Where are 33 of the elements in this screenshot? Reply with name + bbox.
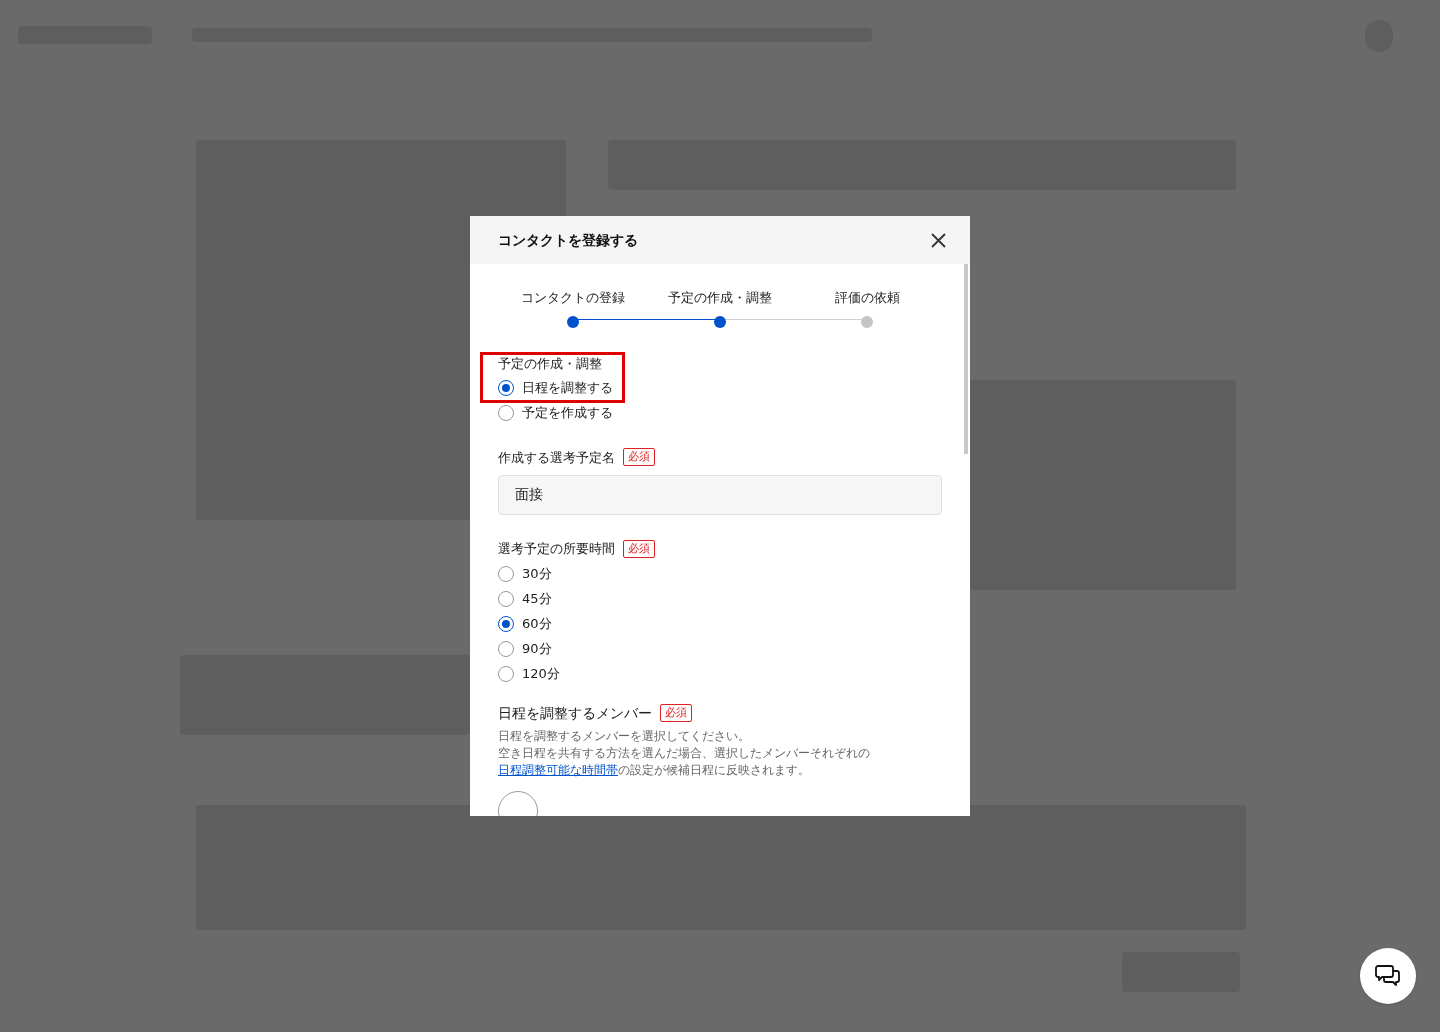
step-label: コンタクトの登録 bbox=[521, 289, 625, 307]
radio-option[interactable]: 日程を調整する bbox=[498, 375, 613, 401]
field-label: 選考予定の所要時間 bbox=[498, 540, 615, 558]
step-label: 評価の依頼 bbox=[834, 289, 900, 307]
required-badge: 必須 bbox=[623, 539, 655, 558]
field-label: 日程を調整するメンバー bbox=[498, 703, 652, 723]
chat-button[interactable] bbox=[1360, 948, 1416, 1004]
step-label: 予定の作成・調整 bbox=[668, 289, 772, 307]
settings-link[interactable]: 日程調整可能な時間帯 bbox=[498, 762, 618, 777]
chat-bubbles-icon bbox=[1374, 964, 1402, 988]
close-icon bbox=[930, 232, 946, 248]
radio-icon bbox=[498, 405, 514, 421]
radio-option[interactable]: 45分 bbox=[498, 586, 552, 612]
radio-icon bbox=[498, 380, 514, 396]
modal-title: コンタクトを登録する bbox=[498, 230, 638, 250]
scrollbar-thumb[interactable] bbox=[964, 264, 968, 454]
radio-icon bbox=[498, 641, 514, 657]
radio-option[interactable]: 60分 bbox=[498, 611, 552, 637]
help-text: 日程を調整するメンバーを選択してください。 bbox=[498, 727, 751, 745]
radio-option[interactable]: 予定を作成する bbox=[498, 400, 613, 426]
required-badge: 必須 bbox=[623, 448, 655, 467]
field-label: 予定の作成・調整 bbox=[498, 355, 603, 373]
radio-icon bbox=[498, 566, 514, 582]
radio-icon bbox=[498, 666, 514, 682]
event-name-field[interactable]: 面接 bbox=[498, 475, 942, 515]
radio-option[interactable]: 30分 bbox=[498, 561, 552, 587]
radio-option[interactable]: 120分 bbox=[498, 661, 560, 687]
radio-icon bbox=[498, 591, 514, 607]
field-label: 作成する選考予定名 bbox=[498, 448, 615, 467]
radio-icon bbox=[498, 616, 514, 632]
help-text: 空き日程を共有する方法を選んだ場合、選択したメンバーそれぞれの 日程調整可能な時間帯の設定が候補日程に反映されます。 bbox=[498, 744, 871, 779]
radio-option[interactable]: 90分 bbox=[498, 636, 552, 662]
required-badge: 必須 bbox=[660, 704, 692, 722]
